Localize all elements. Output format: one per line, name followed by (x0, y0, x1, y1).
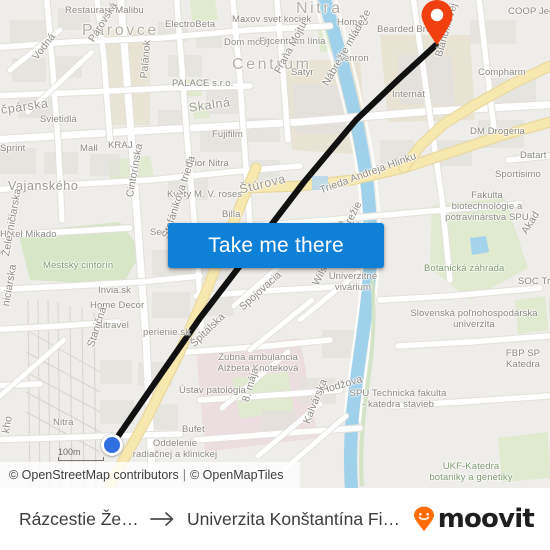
route-summary-bar: Rázcestie Žel… Univerzita Konštantína Fi… (0, 488, 550, 550)
take-me-there-button[interactable]: Take me there (168, 223, 384, 268)
scale-bar (58, 457, 104, 461)
route-destination: Univerzita Konštantína Filozofa v … (187, 508, 401, 529)
arrow-right-icon (150, 512, 174, 526)
route-endpoints[interactable]: Rázcestie Žel… Univerzita Konštantína Fi… (19, 509, 401, 530)
map-attribution: © OpenStreetMap contributors | © OpenMap… (0, 462, 300, 488)
map-scale: 100m (58, 447, 104, 461)
route-origin: Rázcestie Žel… (19, 508, 139, 529)
moovit-pin-icon (413, 506, 434, 531)
attribution-separator: | (182, 468, 186, 482)
moovit-wordmark: moovit (437, 504, 535, 534)
openmaptiles-attribution-link[interactable]: © OpenMapTiles (190, 468, 284, 482)
scale-label: 100m (58, 447, 81, 457)
moovit-logo: moovit (411, 504, 535, 534)
map-canvas[interactable]: .road { stroke:#ffffff; fill:none; strok… (0, 0, 550, 488)
current-location-dot[interactable] (101, 434, 123, 456)
moovit-map-screen: .road { stroke:#ffffff; fill:none; strok… (0, 0, 550, 550)
osm-attribution-link[interactable]: © OpenStreetMap contributors (9, 468, 179, 482)
